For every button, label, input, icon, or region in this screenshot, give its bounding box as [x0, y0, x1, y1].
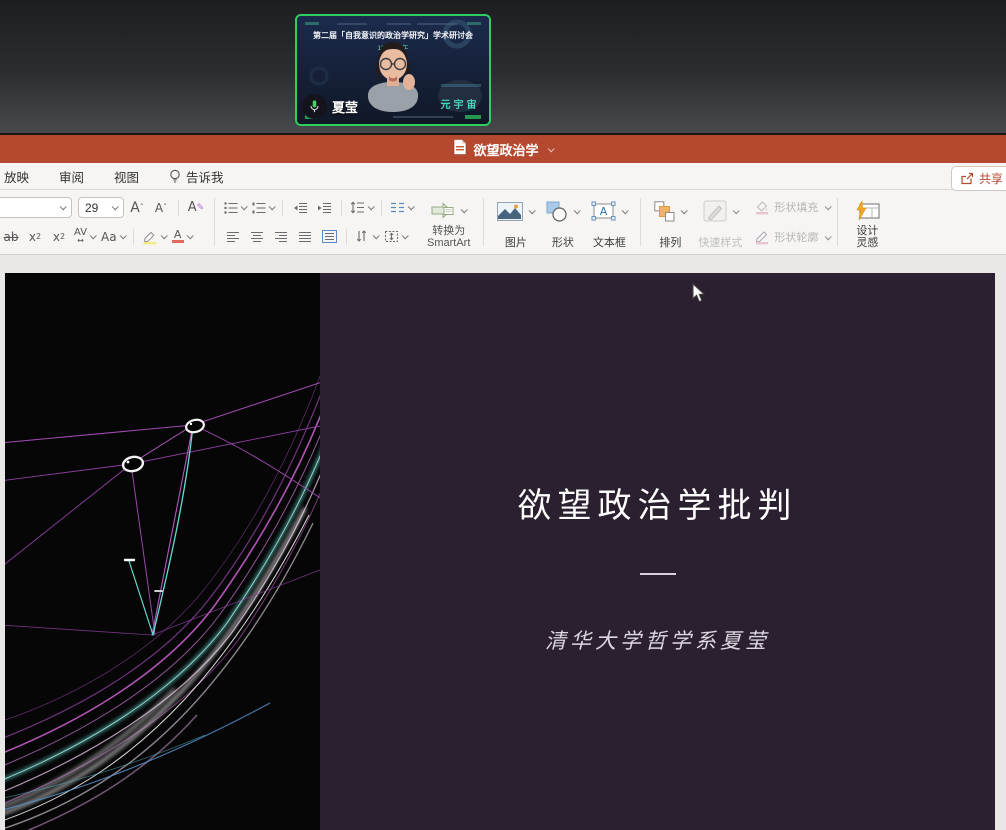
shape-outline-icon	[754, 229, 770, 245]
document-title[interactable]: 欲望政治学	[473, 140, 538, 159]
shape-format-group: 排列 快速样式	[648, 194, 830, 250]
paragraph-group: 转换为 SmartArt	[222, 194, 476, 250]
speaker-video-tile[interactable]: 元宇宙 第二届「自我意识的政治学研究」学术研讨会 12.11·上午	[295, 14, 491, 126]
convert-to-smartart-button[interactable]: 转换为 SmartArt	[421, 194, 476, 250]
text-direction-button[interactable]	[353, 226, 380, 248]
title-menu-chevron-icon[interactable]	[547, 145, 554, 152]
bullets-button[interactable]	[222, 197, 248, 219]
font-size-combo[interactable]: 29	[78, 197, 124, 218]
slide-canvas[interactable]: 欲望政治学批判 清华大学哲学系夏莹	[5, 273, 995, 830]
ribbon-tabbar: 放映 审阅 视图 告诉我 共享	[0, 163, 1006, 190]
textbox-icon: A	[591, 201, 616, 221]
network-art-graphic	[5, 273, 320, 830]
tab-review[interactable]: 审阅	[44, 167, 99, 186]
increase-font-size-button[interactable]: Aˆ	[126, 197, 148, 219]
superscript-button[interactable]: x2	[24, 226, 46, 248]
screen: 元宇宙 第二届「自我意识的政治学研究」学术研讨会 12.11·上午	[0, 0, 1006, 830]
distribute-text-button[interactable]	[318, 226, 340, 248]
text-highlight-button[interactable]	[140, 226, 168, 248]
arrange-icon	[654, 201, 675, 222]
character-spacing-button[interactable]: AV ↔	[72, 226, 97, 248]
insert-shapes-button[interactable]: 形状	[540, 194, 585, 250]
slide-subtitle-text[interactable]: 清华大学哲学系夏莹	[545, 625, 770, 655]
speaker-nameplate: 夏莹	[302, 94, 358, 119]
insert-picture-button[interactable]: 图片	[491, 194, 540, 250]
metaverse-badge: 元宇宙	[438, 80, 482, 112]
design-ideas-group: 设计 灵感	[845, 194, 889, 250]
slide-art-panel	[5, 273, 320, 830]
decrease-indent-button[interactable]	[289, 197, 311, 219]
microphone-icon[interactable]	[302, 94, 327, 119]
shape-fill-button[interactable]: 形状填充	[754, 194, 830, 220]
design-ideas-button[interactable]: 设计 灵感	[845, 194, 889, 250]
powerpoint-titlebar: 欲望政治学	[0, 133, 1006, 163]
picture-icon	[497, 202, 523, 221]
shape-outline-button[interactable]: 形状轮廓	[754, 224, 830, 250]
share-button[interactable]: 共享	[951, 166, 1006, 191]
quick-styles-icon	[703, 200, 727, 222]
shapes-icon	[546, 201, 568, 222]
shape-fill-icon	[754, 199, 770, 215]
ribbon-toolbar: 29 Aˆ Aˇ A✎ ab x2 x2 AV ↔ Aa	[0, 190, 1006, 255]
powerpoint-doc-icon	[453, 139, 467, 160]
arrange-button[interactable]: 排列	[648, 194, 692, 250]
align-right-button[interactable]	[270, 226, 292, 248]
font-group: 29 Aˆ Aˇ A✎ ab x2 x2 AV ↔ Aa	[0, 194, 207, 250]
share-icon	[961, 172, 974, 185]
align-center-button[interactable]	[246, 226, 268, 248]
slide-title-text[interactable]: 欲望政治学批判	[518, 478, 798, 527]
tab-view[interactable]: 视图	[99, 167, 154, 186]
insert-group: 图片 形状 A	[491, 194, 633, 250]
tab-tell-me[interactable]: 告诉我	[154, 167, 239, 186]
subscript-button[interactable]: x2	[48, 226, 70, 248]
smartart-icon	[431, 202, 455, 219]
conference-banner: 第二届「自我意识的政治学研究」学术研讨会	[313, 30, 473, 40]
slide-workspace: 欲望政治学批判 清华大学哲学系夏莹	[0, 255, 1006, 830]
strikethrough-button[interactable]: ab	[0, 226, 22, 248]
svg-text:A: A	[600, 205, 608, 218]
columns-button[interactable]	[388, 197, 415, 219]
font-color-button[interactable]: A	[170, 226, 194, 248]
align-left-button[interactable]	[222, 226, 244, 248]
justify-button[interactable]	[294, 226, 316, 248]
speaker-name: 夏莹	[332, 97, 358, 116]
font-name-combo[interactable]	[0, 197, 72, 218]
decrease-font-size-button[interactable]: Aˇ	[150, 197, 172, 219]
increase-indent-button[interactable]	[313, 197, 335, 219]
align-text-vertical-button[interactable]	[382, 226, 409, 248]
svg-text:元宇宙: 元宇宙	[441, 98, 480, 111]
design-ideas-icon	[854, 200, 880, 221]
line-spacing-button[interactable]	[348, 197, 375, 219]
lightbulb-icon	[169, 169, 181, 184]
slide-title-panel: 欲望政治学批判 清华大学哲学系夏莹	[320, 273, 995, 830]
insert-textbox-button[interactable]: A 文本框	[585, 194, 633, 250]
slide-divider-line	[640, 573, 676, 575]
meeting-video-strip: 元宇宙 第二届「自我意识的政治学研究」学术研讨会 12.11·上午	[0, 0, 1006, 133]
change-case-button[interactable]: Aa	[99, 226, 127, 248]
tab-slideshow[interactable]: 放映	[0, 167, 44, 186]
quick-styles-button[interactable]: 快速样式	[692, 194, 748, 250]
numbering-button[interactable]	[250, 197, 276, 219]
clear-formatting-button[interactable]: A✎	[185, 197, 207, 219]
